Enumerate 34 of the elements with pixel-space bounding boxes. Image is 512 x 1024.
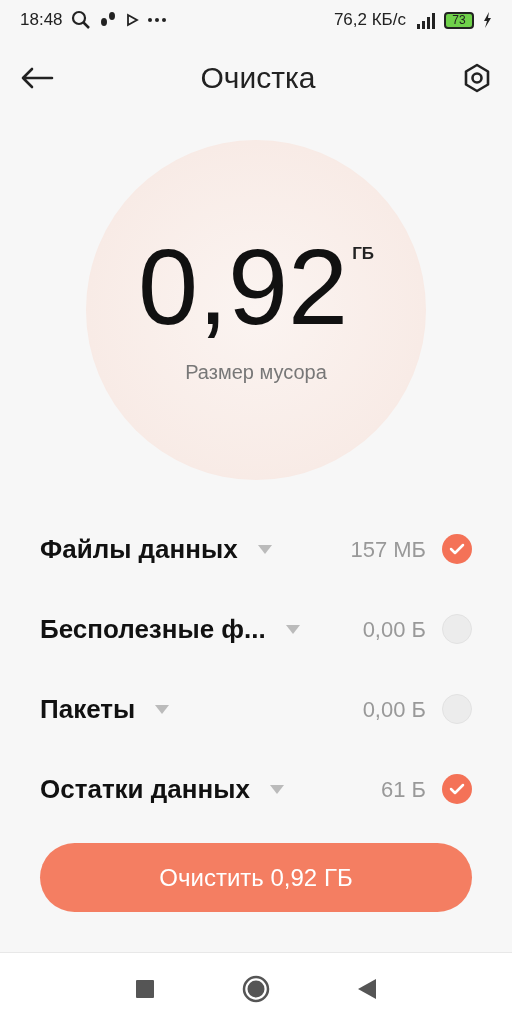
network-speed-text: 76,2 КБ/с (333, 9, 406, 32)
back-arrow-icon[interactable] (20, 66, 54, 89)
junk-size-value: 0,92 (137, 233, 349, 341)
charging-icon (482, 11, 492, 29)
category-label: Файлы данных (40, 532, 238, 566)
checkbox[interactable] (442, 774, 472, 804)
category-size: 61 Б (380, 775, 426, 804)
size-unit: ГБ (352, 243, 375, 265)
dropdown-caret-icon[interactable] (269, 784, 284, 794)
category-size: 0,00 Б (362, 695, 426, 724)
junk-size-caption: Размер мусора (185, 360, 327, 385)
clock-text: 18:48 (20, 9, 63, 32)
play-icon (124, 13, 139, 27)
recents-icon[interactable] (136, 979, 154, 998)
checkbox[interactable] (442, 534, 472, 564)
page-title: Очистка (200, 60, 316, 96)
category-label: Остатки данных (40, 772, 250, 806)
check-icon (449, 543, 465, 555)
back-icon[interactable] (358, 978, 376, 999)
signal-icon (414, 11, 436, 29)
battery-indicator: 73 (444, 11, 474, 29)
more-icon (146, 17, 167, 23)
category-size: 0,00 Б (362, 615, 426, 644)
clean-button[interactable]: Очистить 0,92 ГБ (40, 843, 472, 912)
search-icon (70, 10, 91, 30)
category-size: 157 МБ (350, 535, 426, 564)
category-label: Бесполезные ф... (40, 612, 266, 646)
settings-icon[interactable] (462, 62, 492, 93)
home-icon[interactable] (242, 974, 270, 1003)
dropdown-caret-icon[interactable] (257, 544, 272, 554)
category-label: Пакеты (40, 692, 136, 726)
check-icon (449, 783, 465, 795)
dropdown-caret-icon[interactable] (285, 624, 300, 634)
dropdown-caret-icon[interactable] (155, 704, 170, 714)
